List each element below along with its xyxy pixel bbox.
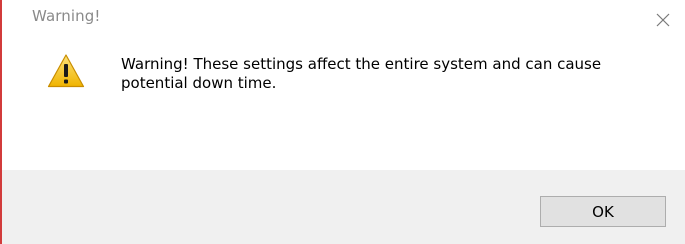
close-button[interactable] (641, 0, 685, 40)
warning-triangle-icon (47, 54, 85, 88)
warning-dialog: Warning! Warning! These settings affect … (0, 0, 685, 244)
ok-button[interactable]: OK (540, 196, 666, 227)
close-icon (656, 13, 670, 27)
warning-message: Warning! These settings affect the entir… (121, 55, 602, 92)
title-bar: Warning! (2, 0, 685, 40)
dialog-title: Warning! (32, 7, 101, 25)
